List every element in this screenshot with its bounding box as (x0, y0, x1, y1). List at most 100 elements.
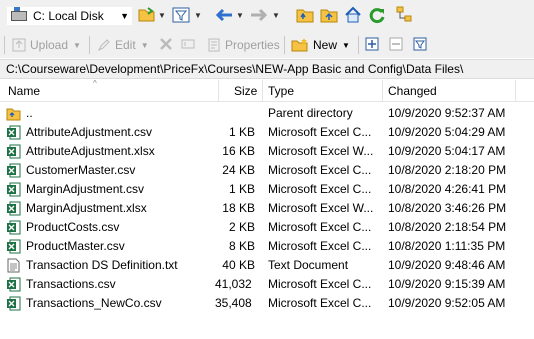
file-type: Text Document (268, 258, 349, 272)
file-list: .. Parent directory 10/9/2020 9:52:37 AM… (0, 104, 534, 313)
properties-icon (207, 38, 221, 52)
open-folder-icon[interactable] (138, 7, 156, 23)
file-changed: 10/9/2020 9:52:05 AM (388, 296, 506, 310)
parent-folder-icon (6, 106, 21, 121)
file-changed: 10/9/2020 9:52:37 AM (388, 106, 506, 120)
chevron-down-icon[interactable]: ▼ (272, 11, 280, 20)
file-name: AttributeAdjustment.csv (26, 125, 153, 139)
file-row[interactable]: Transactions_NewCo.csv 35,408 KB Microso… (0, 294, 534, 313)
file-changed: 10/8/2020 1:11:35 PM (388, 239, 506, 253)
column-divider[interactable] (262, 80, 263, 102)
file-changed: 10/9/2020 9:48:46 AM (388, 258, 506, 272)
new-button[interactable]: New ▼ (291, 36, 350, 54)
file-changed: 10/9/2020 5:04:29 AM (388, 125, 506, 139)
main-toolbar: C: Local Disk ▼ ▼ ▼ ▼ ▼ (0, 0, 534, 32)
new-label: New (313, 38, 338, 52)
column-divider[interactable] (382, 80, 383, 102)
chevron-down-icon[interactable]: ▼ (236, 11, 244, 20)
file-size: 35,408 KB (215, 296, 255, 310)
file-type: Microsoft Excel W... (268, 201, 374, 215)
file-name: Transactions.csv (26, 277, 116, 291)
upload-button[interactable]: Upload ▼ (12, 36, 81, 54)
file-row[interactable]: .. Parent directory 10/9/2020 9:52:37 AM (0, 104, 534, 123)
file-size: 2 KB (228, 220, 255, 234)
address-path[interactable]: C:\Courseware\Development\PriceFx\Course… (0, 59, 534, 79)
chevron-down-icon[interactable]: ▼ (158, 11, 166, 20)
file-row[interactable]: Transaction DS Definition.txt 40 KB Text… (0, 256, 534, 275)
excel-icon (6, 125, 21, 140)
refresh-icon[interactable] (368, 6, 386, 24)
excel-icon (6, 163, 21, 178)
file-changed: 10/8/2020 2:18:20 PM (388, 163, 507, 177)
file-row[interactable]: MarginAdjustment.xlsx 18 KB Microsoft Ex… (0, 199, 534, 218)
file-name: MarginAdjustment.csv (26, 182, 145, 196)
toolbar-divider (89, 36, 90, 54)
file-name: CustomerMaster.csv (26, 163, 136, 177)
excel-icon (6, 201, 21, 216)
chevron-down-icon: ▼ (73, 40, 81, 50)
file-type: Microsoft Excel C... (268, 163, 372, 177)
column-divider[interactable] (515, 80, 516, 102)
column-header: ^ Name Size Type Changed (0, 80, 534, 102)
edit-button[interactable]: Edit ▼ (97, 36, 149, 54)
excel-icon (6, 296, 21, 311)
column-name[interactable]: Name (8, 80, 40, 101)
file-row[interactable]: Transactions.csv 41,032 KB Microsoft Exc… (0, 275, 534, 294)
edit-label: Edit (115, 38, 136, 52)
file-name: .. (26, 106, 33, 120)
toolbar-divider (4, 36, 5, 54)
home-icon[interactable] (344, 6, 362, 24)
forward-arrow-icon[interactable] (249, 7, 269, 23)
file-changed: 10/9/2020 5:04:17 AM (388, 144, 506, 158)
file-row[interactable]: CustomerMaster.csv 24 KB Microsoft Excel… (0, 161, 534, 180)
chevron-down-icon[interactable]: ▼ (194, 11, 202, 20)
sort-arrow-icon: ^ (93, 79, 97, 88)
drive-selector[interactable]: C: Local Disk ▼ (6, 6, 133, 26)
properties-label: Properties (225, 38, 280, 52)
parent-folder-icon[interactable] (296, 7, 314, 23)
file-name: Transaction DS Definition.txt (26, 258, 178, 272)
tree-view-icon[interactable] (396, 6, 414, 24)
file-row[interactable]: ProductMaster.csv 8 KB Microsoft Excel C… (0, 237, 534, 256)
upload-label: Upload (30, 38, 69, 52)
file-size: 40 KB (222, 258, 255, 272)
delete-icon[interactable] (159, 37, 173, 51)
column-divider[interactable] (218, 80, 219, 102)
file-size: 1 KB (228, 125, 255, 139)
toolbar-divider (284, 36, 285, 54)
text-file-icon (6, 258, 21, 273)
column-type[interactable]: Type (268, 80, 294, 101)
back-arrow-icon[interactable] (214, 7, 234, 23)
new-folder-icon (291, 38, 309, 52)
file-type: Microsoft Excel C... (268, 125, 372, 139)
file-type: Microsoft Excel C... (268, 277, 372, 291)
root-folder-icon[interactable] (320, 7, 338, 23)
chevron-down-icon: ▼ (342, 40, 350, 50)
file-name: ProductMaster.csv (26, 239, 125, 253)
properties-button[interactable]: Properties (207, 36, 280, 54)
file-row[interactable]: MarginAdjustment.csv 1 KB Microsoft Exce… (0, 180, 534, 199)
toolbar-divider (358, 36, 359, 54)
file-type: Microsoft Excel W... (268, 144, 374, 158)
edit-icon (97, 38, 111, 52)
file-row[interactable]: AttributeAdjustment.csv 1 KB Microsoft E… (0, 123, 534, 142)
column-changed[interactable]: Changed (388, 80, 437, 101)
file-row[interactable]: ProductCosts.csv 2 KB Microsoft Excel C.… (0, 218, 534, 237)
drive-icon (11, 7, 27, 21)
excel-icon (6, 239, 21, 254)
expand-icon[interactable] (365, 37, 379, 51)
file-size: 8 KB (228, 239, 255, 253)
file-size: 16 KB (222, 144, 255, 158)
file-size: 24 KB (222, 163, 255, 177)
filter-icon[interactable] (172, 7, 190, 23)
file-size: 1 KB (228, 182, 255, 196)
excel-icon (6, 277, 21, 292)
excel-icon (6, 144, 21, 159)
collapse-icon[interactable] (389, 37, 403, 51)
rename-icon[interactable] (181, 37, 195, 51)
file-row[interactable]: AttributeAdjustment.xlsx 16 KB Microsoft… (0, 142, 534, 161)
file-name: ProductCosts.csv (26, 220, 120, 234)
column-size[interactable]: Size (234, 80, 257, 101)
drive-label: C: Local Disk (33, 9, 104, 23)
filter-icon[interactable] (413, 37, 427, 51)
